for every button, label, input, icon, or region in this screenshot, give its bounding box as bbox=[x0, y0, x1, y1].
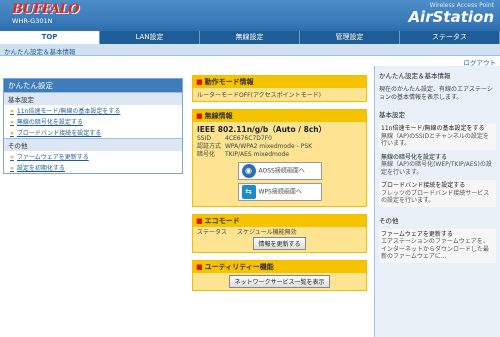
box-title: ■ 無線情報 bbox=[193, 110, 366, 122]
box-title-text: 無線情報 bbox=[204, 112, 233, 120]
tab-wireless-settings[interactable]: 無線設定 bbox=[200, 31, 300, 44]
arrow-icon: » bbox=[10, 165, 14, 172]
help-item-sub: フレッツのブロードバンド接続サービスの設定を行います。 bbox=[381, 189, 490, 205]
info-row: SSID 4CE676C7D7F0 bbox=[197, 135, 362, 143]
link-label: 11n倍速モード/無線の基本設定をする bbox=[16, 108, 121, 115]
row-key: ステータス bbox=[197, 229, 228, 236]
help-section-other: その他 bbox=[379, 216, 399, 225]
link-11n-basic-setup[interactable]: » 11n倍速モード/無線の基本設定をする bbox=[4, 105, 182, 116]
help-item: 無線の暗号化を設定する 無線（AP)の暗号化(WEP/TKIP/AES)の設定を行… bbox=[379, 152, 496, 179]
square-icon: ■ bbox=[196, 78, 203, 86]
wireless-info-box: ■ 無線情報 IEEE 802.11n/g/b（Auto / 8ch） SSID 4… bbox=[192, 109, 367, 207]
wps-label: WPS接続画面へ bbox=[258, 188, 302, 196]
arrow-icon: » bbox=[10, 108, 14, 115]
quick-setup-panel: かんたん設定 基本設定 » 11n倍速モード/無線の基本設定をする » 無線の暗号化… bbox=[3, 78, 183, 174]
row-value: 4CE676C7D7F0 bbox=[225, 135, 272, 142]
tab-status[interactable]: ステータス bbox=[400, 31, 500, 44]
help-item-head: ファームウェアを更新する bbox=[381, 230, 453, 238]
link-firmware-update[interactable]: » ファームウェアを更新する bbox=[4, 151, 182, 162]
info-row: 認証方式 WPA/WPA2 mixedmode - PSK bbox=[197, 143, 362, 151]
box-title: ■ エコモード bbox=[193, 215, 366, 227]
row-key: 認証方式 bbox=[197, 143, 222, 150]
square-icon: ■ bbox=[196, 263, 203, 271]
square-icon: ■ bbox=[196, 112, 203, 120]
aoss-button[interactable]: ◉ AOSS接続画面へ bbox=[237, 162, 322, 180]
wps-icon: ⇆ bbox=[241, 185, 256, 199]
link-label: 設定を初期化する bbox=[16, 165, 65, 172]
link-label: ブロードバンド接続を設定する bbox=[16, 130, 102, 137]
box-title-text: エコモード bbox=[204, 217, 240, 225]
info-row: ステータス スケジュール機能無効 bbox=[197, 229, 362, 237]
help-section-basic: 基本設定 bbox=[379, 111, 405, 119]
help-item: 11n倍速モード/無線の基本設定をする 無線（AP)のSSIDとチャンネルの設定を… bbox=[379, 123, 496, 150]
tab-admin-settings[interactable]: 管理設定 bbox=[300, 31, 400, 44]
quick-setup-title: かんたん設定 bbox=[4, 79, 182, 92]
help-item-head: 無線の暗号化を設定する bbox=[381, 153, 448, 161]
help-item-head: ブロードバンド接続を設定する bbox=[381, 182, 466, 189]
help-item-sub: エアステーションのファームウェアを、インターネットからダウンロードした最新のファ… bbox=[381, 238, 490, 260]
arrow-icon: » bbox=[10, 154, 14, 161]
operation-mode-box: ■ 動作モード情報 ルーターモードOFF(アクセスポイントモード) bbox=[192, 75, 367, 102]
utility-box: ■ ユーティリティー機能 ネットワークサービス一覧を表示 bbox=[192, 260, 367, 291]
network-service-list-button[interactable]: ネットワークサービス一覧を表示 bbox=[229, 275, 330, 288]
row-value: スケジュール機能無効 bbox=[237, 229, 297, 236]
eco-mode-body: ステータス スケジュール機能無効 情報を更新する bbox=[193, 227, 366, 252]
wps-button[interactable]: ⇆ WPS接続画面へ bbox=[237, 183, 322, 201]
breadcrumb-bar: かんたん設定＆基本情報 bbox=[0, 44, 500, 56]
box-title: ■ 動作モード情報 bbox=[193, 76, 366, 88]
airstation-logo: AirStation bbox=[408, 8, 494, 26]
utility-body: ネットワークサービス一覧を表示 bbox=[193, 273, 366, 290]
row-key: SSID bbox=[197, 135, 212, 142]
help-item: ファームウェアを更新する エアステーションのファームウェアを、インターネットからダ… bbox=[379, 228, 496, 263]
help-item-sub: 無線（AP)の暗号化(WEP/TKIP/AES)の設定を行います。 bbox=[381, 161, 492, 176]
square-icon: ■ bbox=[196, 217, 203, 225]
help-item-sub: 無線（AP)のSSIDとチャンネルの設定を行います。 bbox=[381, 132, 489, 148]
breadcrumb: かんたん設定＆基本情報 bbox=[4, 48, 76, 56]
tab-top[interactable]: TOP bbox=[0, 31, 100, 44]
info-row: 暗号化 TKIP/AES mixedmode bbox=[197, 151, 362, 159]
help-intro: 現在のかんたん設定、有線のエアステーションの基本情報を表示します。 bbox=[379, 86, 493, 101]
arrow-icon: » bbox=[10, 119, 14, 126]
link-broadband-setup[interactable]: » ブロードバンド接続を設定する bbox=[4, 127, 182, 138]
box-title-text: 動作モード情報 bbox=[204, 78, 254, 86]
mode-text: ルーターモードOFF(アクセスポイントモード) bbox=[197, 92, 322, 99]
box-title: ■ ユーティリティー機能 bbox=[193, 261, 366, 273]
aoss-icon: ◉ bbox=[241, 164, 256, 178]
eco-mode-box: ■ エコモード ステータス スケジュール機能無効 情報を更新する bbox=[192, 214, 367, 253]
help-item-head: 11n倍速モード/無線の基本設定をする bbox=[381, 125, 485, 132]
box-title-text: ユーティリティー機能 bbox=[204, 263, 274, 271]
tab-lan-settings[interactable]: LAN設定 bbox=[100, 31, 200, 44]
link-wireless-encryption[interactable]: » 無線の暗号化を設定する bbox=[4, 116, 182, 127]
link-label: ファームウェアを更新する bbox=[16, 154, 89, 161]
wireless-standard: IEEE 802.11n/g/b（Auto / 8ch） bbox=[197, 125, 327, 134]
link-label: 無線の暗号化を設定する bbox=[16, 119, 83, 126]
help-panel: かんたん設定＆基本情報 現在のかんたん設定、有線のエアステーションの基本情報を表… bbox=[374, 66, 500, 337]
row-key: 暗号化 bbox=[197, 151, 216, 158]
link-reset-settings[interactable]: » 設定を初期化する bbox=[4, 162, 182, 173]
main-tabs: TOP LAN設定 無線設定 管理設定 ステータス bbox=[0, 31, 500, 44]
arrow-icon: » bbox=[10, 130, 14, 137]
aoss-label: AOSS接続画面へ bbox=[258, 167, 305, 175]
row-value: TKIP/AES mixedmode bbox=[225, 151, 290, 158]
wireless-info-body: IEEE 802.11n/g/b（Auto / 8ch） SSID 4CE676C… bbox=[193, 122, 366, 206]
header-bar: BUFFALO WHR-G301N Wireless Access Point … bbox=[0, 0, 500, 31]
model-name: WHR-G301N bbox=[12, 17, 53, 25]
help-item: ブロードバンド接続を設定する フレッツのブロードバンド接続サービスの設定を行います… bbox=[379, 180, 496, 207]
basic-settings-section: 基本設定 bbox=[4, 92, 182, 105]
other-section: その他 bbox=[4, 138, 182, 151]
refresh-info-button[interactable]: 情報を更新する bbox=[253, 237, 306, 250]
row-value: WPA/WPA2 mixedmode - PSK bbox=[225, 143, 313, 150]
info-column: ■ 動作モード情報 ルーターモードOFF(アクセスポイントモード) ■ 無線情報 I… bbox=[192, 75, 367, 298]
buffalo-logo: BUFFALO bbox=[12, 2, 80, 17]
help-title: かんたん設定＆基本情報 bbox=[379, 72, 451, 80]
